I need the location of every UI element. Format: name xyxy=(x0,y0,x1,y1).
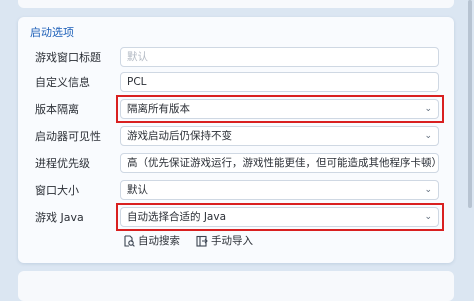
chevron-down-icon: ⌄ xyxy=(424,158,432,168)
row-window-title: 游戏窗口标题 默认 xyxy=(35,47,439,67)
row-window-size: 窗口大小 默认 ⌄ xyxy=(35,180,439,200)
document-search-icon xyxy=(123,234,135,247)
highlight-box-game-java xyxy=(116,203,444,231)
previous-card xyxy=(18,0,454,8)
launcher-visibility-label: 启动器可见性 xyxy=(35,130,101,143)
custom-info-label: 自定义信息 xyxy=(35,76,90,89)
row-custom-info: 自定义信息 PCL xyxy=(35,72,439,92)
auto-search-label: 自动搜索 xyxy=(138,235,180,247)
auto-search-button[interactable]: 自动搜索 xyxy=(123,233,180,248)
version-isolation-label: 版本隔离 xyxy=(35,103,79,116)
process-priority-label: 进程优先级 xyxy=(35,157,90,170)
window-size-value: 默认 xyxy=(127,184,148,196)
highlight-box-version-isolation xyxy=(116,95,444,123)
launcher-visibility-select[interactable]: 游戏启动后仍保持不变 ⌄ xyxy=(120,126,439,146)
scrollbar[interactable] xyxy=(468,0,472,208)
folder-import-icon xyxy=(196,235,208,247)
custom-info-input[interactable]: PCL xyxy=(120,72,439,92)
window-size-select[interactable]: 默认 ⌄ xyxy=(120,180,439,200)
chevron-down-icon: ⌄ xyxy=(424,131,432,141)
window-title-input[interactable]: 默认 xyxy=(120,47,439,67)
row-launcher-visibility: 启动器可见性 游戏启动后仍保持不变 ⌄ xyxy=(35,126,439,146)
section-title: 启动选项 xyxy=(30,26,74,39)
chevron-down-icon: ⌄ xyxy=(424,185,432,195)
manual-import-button[interactable]: 手动导入 xyxy=(196,233,253,248)
process-priority-select[interactable]: 高（优先保证游戏运行，游戏性能更佳，但可能造成其他程序卡顿） ⌄ xyxy=(120,153,439,173)
game-java-label: 游戏 Java xyxy=(35,211,84,224)
next-card xyxy=(18,271,454,301)
window-size-label: 窗口大小 xyxy=(35,184,79,197)
manual-import-label: 手动导入 xyxy=(211,235,253,247)
window-title-label: 游戏窗口标题 xyxy=(35,51,101,64)
row-process-priority: 进程优先级 高（优先保证游戏运行，游戏性能更佳，但可能造成其他程序卡顿） ⌄ xyxy=(35,153,439,173)
launcher-visibility-value: 游戏启动后仍保持不变 xyxy=(127,130,232,142)
process-priority-value: 高（优先保证游戏运行，游戏性能更佳，但可能造成其他程序卡顿） xyxy=(127,157,439,169)
